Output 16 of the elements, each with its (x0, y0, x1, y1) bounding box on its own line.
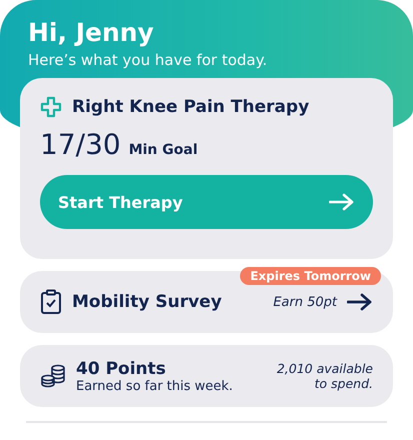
available-points-text: 2,010 available to spend. (276, 361, 373, 391)
points-title: 40 Points (76, 358, 167, 378)
progress-value: 17/30 (40, 128, 121, 161)
therapy-title: Right Knee Pain Therapy (72, 97, 310, 117)
coins-icon (40, 364, 66, 388)
arrow-icon (329, 193, 355, 211)
greeting-subtitle: Here’s what you have for today. (28, 51, 268, 69)
arrow-icon (347, 293, 373, 311)
survey-title: Mobility Survey (72, 292, 222, 312)
points-subtitle: Earned so far this week. (76, 378, 233, 394)
clipboard-icon (40, 289, 62, 315)
greeting-title: Hi, Jenny (28, 18, 155, 47)
reward-text: Earn 50pt (273, 294, 337, 310)
expiry-badge: Expires Tomorrow (240, 267, 381, 285)
cross-icon (40, 96, 62, 118)
progress-label: Min Goal (128, 142, 198, 158)
